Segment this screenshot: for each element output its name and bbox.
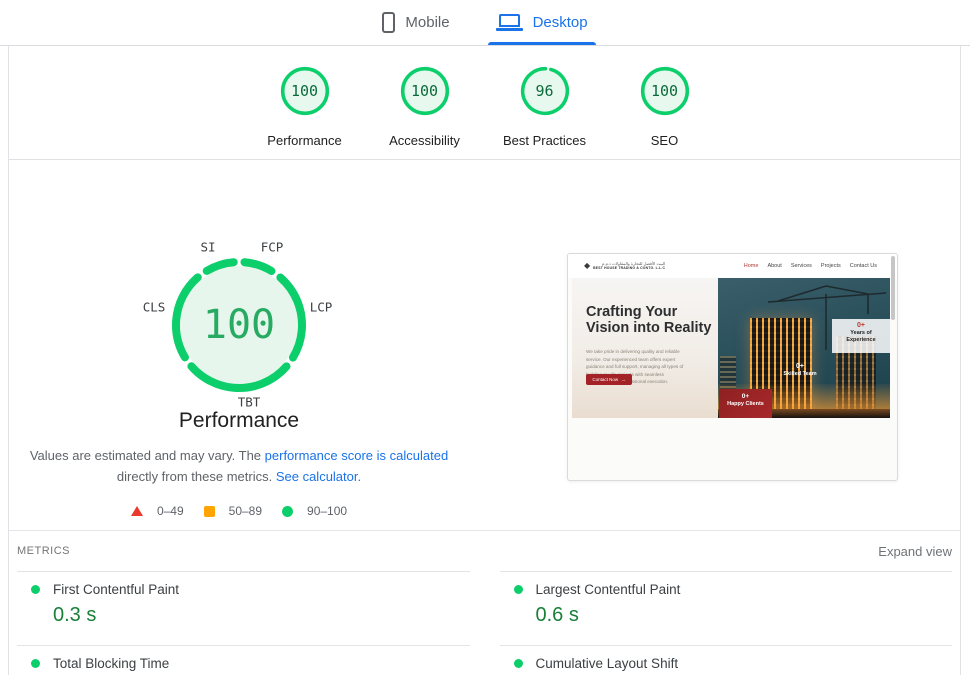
gauge-label-si: SI — [200, 239, 216, 255]
category-label: Best Practices — [502, 133, 587, 148]
metric-first-contentful-paint: First Contentful Paint 0.3 s — [17, 571, 470, 645]
fail-triangle-icon — [130, 506, 143, 516]
metric-name: Total Blocking Time — [53, 656, 170, 671]
legend-pass: 90–100 — [282, 504, 347, 518]
preview-nav-projects: Projects — [820, 263, 841, 269]
team-label: Skilled Team — [783, 371, 817, 377]
phone-icon — [382, 12, 396, 33]
preview-nav-services: Services — [790, 263, 812, 269]
category-label: SEO — [650, 133, 679, 148]
preview-contact-label: Contact Now — [592, 377, 619, 382]
tab-desktop[interactable]: Desktop — [487, 0, 596, 45]
tab-mobile-label: Mobile — [405, 14, 450, 31]
arrow-right-icon: → — [621, 377, 626, 382]
score-value: 100 — [410, 82, 439, 100]
report-card: 100 Performance 100 Accessibility 96 Bes… — [8, 46, 961, 675]
gauge-title: Performance — [178, 409, 300, 432]
metric-value: 0.6 s — [535, 604, 579, 626]
score-ring: 100 — [280, 66, 330, 116]
preview-site-logo: ◆ البيت الأفضل للتجارة والمقاولات ذ.م.م … — [584, 261, 666, 271]
disclaimer-middle: directly from these metrics. — [116, 469, 276, 485]
metric-total-blocking-time: Total Blocking Time — [17, 645, 470, 675]
gauge-label-lcp: LCP — [309, 299, 333, 315]
disclaimer-text: Values are estimated and may vary. The p… — [24, 445, 454, 487]
pass-circle-icon — [282, 505, 294, 517]
metrics-section: METRICS Expand view First Contentful Pai… — [9, 531, 960, 675]
score-value: 96 — [535, 82, 554, 100]
pass-dot-icon — [513, 585, 523, 594]
legend-average: 50–89 — [203, 504, 263, 518]
performance-gauge-column: 100 SI FCP LCP TBT CLS Performance Value… — [9, 160, 469, 530]
metric-cumulative-layout-shift: Cumulative Layout Shift — [499, 645, 952, 675]
score-ring: 96 — [520, 66, 570, 116]
gauge-label-cls: CLS — [142, 299, 166, 315]
pass-dot-icon — [513, 659, 523, 668]
laptop-icon — [495, 14, 523, 31]
years-label: Years of Experience — [846, 330, 876, 343]
preview-hero-text-panel: Crafting Your Vision into Reality We tak… — [572, 278, 718, 418]
calculator-explainer-link[interactable]: performance score is calculated — [265, 448, 449, 463]
score-ring: 100 — [640, 66, 690, 116]
tab-mobile[interactable]: Mobile — [374, 0, 457, 45]
average-square-icon — [203, 505, 215, 517]
preview-stat-clients: 0+ Happy Clients — [719, 389, 772, 418]
disclaimer-prefix: Values are estimated and may vary. The — [29, 448, 265, 463]
clients-number: 0+ — [741, 393, 750, 400]
see-calculator-link[interactable]: See calculator. — [276, 469, 361, 484]
score-value: 100 — [290, 82, 319, 100]
preview-scrollbar — [891, 256, 895, 320]
metric-name: Largest Contentful Paint — [535, 582, 681, 597]
legend-average-range: 50–89 — [228, 504, 263, 518]
gauge-label-tbt: TBT — [237, 394, 261, 410]
legend-fail: 0–49 — [130, 504, 184, 518]
metrics-heading: METRICS — [17, 545, 70, 557]
team-number: 0+ — [796, 363, 804, 370]
device-tabbar: Mobile Desktop — [0, 0, 970, 46]
category-seo[interactable]: 100 SEO — [640, 46, 690, 159]
site-logo-icon: ◆ — [584, 261, 591, 270]
preview-nav-contact: Contact Us — [849, 263, 877, 269]
score-ring: 100 — [400, 66, 450, 116]
pagespeed-report: Mobile Desktop 100 Performance 100 Acces… — [0, 0, 970, 675]
preview-nav-about: About — [767, 263, 782, 269]
category-performance[interactable]: 100 Performance — [267, 46, 342, 159]
preview-site-header: ◆ البيت الأفضل للتجارة والمقاولات ذ.م.م … — [568, 254, 897, 278]
metric-name: Cumulative Layout Shift — [535, 656, 679, 671]
preview-site-nav: Home About Services Projects Contact Us — [744, 263, 877, 269]
preview-hero: Crafting Your Vision into Reality We tak… — [572, 278, 890, 418]
years-number: 0+ — [857, 322, 865, 329]
category-label: Accessibility — [389, 133, 460, 148]
category-accessibility[interactable]: 100 Accessibility — [389, 46, 460, 159]
performance-score-value: 100 — [202, 302, 276, 348]
pass-dot-icon — [31, 585, 40, 594]
score-legend: 0–49 50–89 90–100 — [9, 504, 469, 518]
site-logo-english: BEST HOUSE TRADING & CONTG. L.L.C — [593, 266, 666, 271]
tab-desktop-label: Desktop — [532, 14, 588, 31]
score-value: 100 — [650, 82, 679, 100]
final-screenshot-thumbnail[interactable]: ◆ البيت الأفضل للتجارة والمقاولات ذ.م.م … — [567, 253, 898, 481]
expand-view-button[interactable]: Expand view — [878, 544, 952, 559]
performance-section: 100 SI FCP LCP TBT CLS Performance Value… — [9, 160, 960, 531]
legend-fail-range: 0–49 — [156, 504, 184, 518]
gauge-label-fcp: FCP — [260, 239, 284, 255]
preview-stat-team: 0+ Skilled Team — [768, 363, 832, 377]
clients-label: Happy Clients — [727, 401, 764, 407]
pass-dot-icon — [31, 659, 40, 668]
preview-contact-button: Contact Now → — [586, 374, 632, 385]
category-scores: 100 Performance 100 Accessibility 96 Bes… — [9, 46, 960, 160]
active-tab-underline — [487, 42, 596, 45]
preview-hero-heading: Crafting Your Vision into Reality — [586, 304, 712, 337]
metric-largest-contentful-paint: Largest Contentful Paint 0.6 s — [499, 571, 952, 645]
category-best-practices[interactable]: 96 Best Practices — [503, 46, 586, 159]
metric-name: First Contentful Paint — [53, 582, 180, 597]
preview-nav-home: Home — [743, 263, 759, 269]
preview-stat-years: 0+ Years of Experience — [832, 319, 890, 353]
category-label: Performance — [267, 133, 342, 148]
metric-value: 0.3 s — [53, 604, 97, 626]
legend-pass-range: 90–100 — [307, 504, 348, 518]
